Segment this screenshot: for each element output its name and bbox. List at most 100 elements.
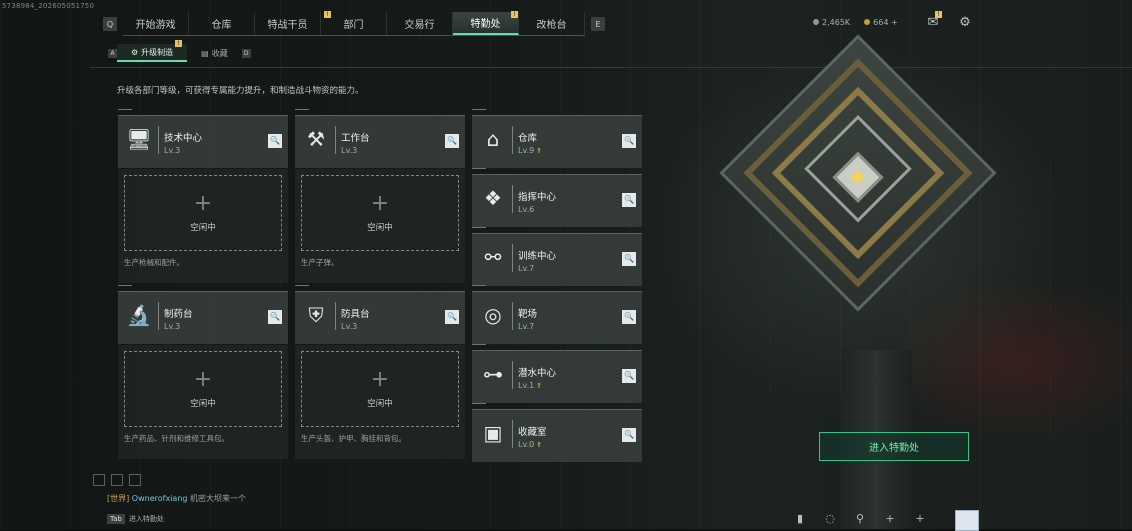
- search-icon[interactable]: 🔍: [622, 193, 636, 207]
- card-level: Lv.3: [341, 322, 358, 331]
- production-slot[interactable]: + 空闲中: [124, 351, 282, 427]
- card-separator: [158, 126, 159, 154]
- search-icon[interactable]: 🔍: [445, 310, 459, 324]
- coin-icon: [813, 19, 819, 25]
- search-icon[interactable]: 🔍: [268, 310, 282, 324]
- upgrade-icon: ⚙: [131, 47, 139, 57]
- currency-value: 664: [873, 18, 889, 27]
- divider: [90, 67, 1132, 68]
- card-separator: [512, 302, 513, 330]
- card-tick: [118, 109, 132, 110]
- computer-icon: 🖥: [126, 127, 152, 151]
- main-tabs: 开始游戏 仓库 特战干员 ! 部门 交易行 ! 特勤处 改枪台: [123, 11, 585, 36]
- slot-status: 空闲中: [190, 399, 216, 409]
- chat-text: 机密大坝来一个: [190, 494, 247, 503]
- card-workbench[interactable]: ⚒ 工作台 Lv.3 🔍: [295, 109, 465, 168]
- card-command-center[interactable]: ❖ 指挥中心 Lv.6 🔍: [472, 168, 642, 227]
- tab-start-game[interactable]: 开始游戏: [123, 12, 189, 35]
- card-separator: [512, 361, 513, 389]
- production-slot[interactable]: + 空闲中: [301, 351, 459, 427]
- production-slot[interactable]: + 空闲中: [124, 175, 282, 251]
- target-icon: ◎: [484, 303, 502, 327]
- chat-hint: Tab 进入特勤处: [107, 514, 164, 524]
- card-shooting-range[interactable]: ◎ 靶场 Lv.7 🔍: [472, 285, 642, 344]
- card-name: 工作台: [341, 133, 370, 144]
- avatar[interactable]: [955, 510, 979, 531]
- subtab-label: 收藏: [211, 48, 228, 58]
- search-icon[interactable]: 🔍: [268, 134, 282, 148]
- friends-icon[interactable]: ⚲: [852, 512, 868, 528]
- tools-icon: ⚒: [307, 127, 325, 151]
- card-separator: [512, 244, 513, 272]
- enter-special-ops-button[interactable]: 进入特勤处: [819, 432, 969, 461]
- plus-icon: +: [370, 367, 390, 392]
- mail-icon[interactable]: ✉!: [925, 11, 942, 31]
- sub-right-key[interactable]: D: [241, 48, 251, 58]
- card-warehouse[interactable]: ⌂ 仓库 Lv.9 ⇑ 🔍: [472, 109, 642, 168]
- card-level: Lv.0 ⇑: [518, 440, 542, 449]
- card-name: 指挥中心: [518, 192, 557, 203]
- slot-description: 生产头盔、护甲、胸挂和背包。: [301, 434, 406, 443]
- card-level: Lv.7: [518, 322, 535, 331]
- add-icon[interactable]: +: [891, 18, 898, 27]
- search-icon[interactable]: 🔍: [622, 369, 636, 383]
- top-nav: Q 开始游戏 仓库 特战干员 ! 部门 交易行 ! 特勤处 改枪台 E: [103, 11, 605, 36]
- card-armor-bench[interactable]: ⛨ 防具台 Lv.3 🔍: [295, 285, 465, 344]
- slot-panel: + 空闲中 生产药品、针剂和维修工具包。: [118, 345, 288, 459]
- slot-panel: + 空闲中 生产子弹。: [295, 169, 465, 283]
- upgrade-arrow-icon: ⇑: [536, 382, 543, 390]
- card-diving-center[interactable]: ⊶ 潜水中心 Lv.1 ⇑ 🔍: [472, 344, 642, 403]
- stats-icon[interactable]: ▮: [792, 512, 808, 528]
- card-level: Lv.3: [164, 322, 181, 331]
- card-name: 潜水中心: [518, 368, 557, 379]
- tab-departments[interactable]: ! 部门: [321, 11, 387, 35]
- chat-toggle[interactable]: [93, 474, 105, 486]
- nav-left-key[interactable]: Q: [103, 17, 117, 31]
- card-training-center[interactable]: ⚯ 训练中心 Lv.7 🔍: [472, 227, 642, 286]
- hint-text: 进入特勤处: [128, 515, 164, 523]
- tab-label: 特勤处: [470, 19, 501, 30]
- tab-operators[interactable]: 特战干员: [255, 12, 321, 35]
- currency-coins[interactable]: 2,465K: [813, 18, 850, 27]
- tab-trading[interactable]: 交易行: [387, 12, 453, 35]
- chat-message[interactable]: [世界] Ownerofxiang 机密大坝来一个: [107, 493, 246, 504]
- currency-tokens[interactable]: 664 +: [864, 18, 898, 27]
- subtab-badge: !: [175, 40, 182, 47]
- card-level: Lv.7: [518, 264, 535, 273]
- chat-icon[interactable]: ◌: [822, 512, 838, 528]
- card-pharmacy[interactable]: 🔬 制药台 Lv.3 🔍: [118, 285, 288, 344]
- upgrade-arrow-icon: ⇑: [536, 441, 543, 449]
- chat-toggle[interactable]: [111, 474, 123, 486]
- currency-bar: 2,465K 664 +: [813, 18, 898, 27]
- gear-icon[interactable]: ⚙: [957, 15, 973, 31]
- search-icon[interactable]: 🔍: [622, 428, 636, 442]
- tab-gunsmith[interactable]: 改枪台: [519, 12, 585, 35]
- chat-channel: [世界]: [107, 494, 130, 503]
- search-icon[interactable]: 🔍: [622, 252, 636, 266]
- card-name: 技术中心: [164, 133, 203, 144]
- tab-warehouse[interactable]: 仓库: [189, 12, 255, 35]
- slot-status: 空闲中: [367, 223, 393, 233]
- subtab-collection[interactable]: ▤ 收藏: [187, 45, 242, 61]
- search-icon[interactable]: 🔍: [622, 310, 636, 324]
- card-tick: [295, 285, 309, 286]
- chat-toggle[interactable]: [129, 474, 141, 486]
- sub-left-key[interactable]: A: [108, 48, 117, 58]
- card-name: 收藏室: [518, 427, 547, 438]
- add-friend-icon[interactable]: +: [882, 512, 898, 528]
- add-icon[interactable]: +: [912, 512, 928, 528]
- production-slot[interactable]: + 空闲中: [301, 175, 459, 251]
- card-tech-center[interactable]: 🖥 技术中心 Lv.3 🔍: [118, 109, 288, 168]
- plus-icon: +: [193, 367, 213, 392]
- card-separator: [512, 185, 513, 213]
- page-description: 升级各部门等级，可获得专属能力提升，和制造战斗物资的能力。: [117, 86, 364, 96]
- search-icon[interactable]: 🔍: [622, 134, 636, 148]
- tab-special-ops[interactable]: ! 特勤处: [453, 11, 519, 35]
- cube-light: [850, 170, 866, 185]
- card-collection-room[interactable]: ▣ 收藏室 Lv.0 ⇑ 🔍: [472, 403, 642, 462]
- subtab-upgrade[interactable]: ⚙ 升级制造 !: [117, 40, 188, 62]
- nav-right-key[interactable]: E: [591, 17, 605, 31]
- slot-panel: + 空闲中 生产头盔、护甲、胸挂和背包。: [295, 345, 465, 459]
- card-name: 训练中心: [518, 251, 557, 262]
- search-icon[interactable]: 🔍: [445, 134, 459, 148]
